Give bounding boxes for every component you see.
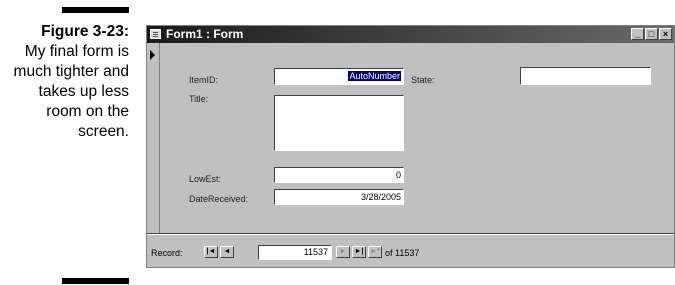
date-received-field[interactable]: 3/28/2005 [274, 189, 404, 205]
detail-section-divider [147, 233, 674, 235]
last-record-button[interactable]: ►| [352, 246, 366, 258]
previous-record-button[interactable]: ◄ [220, 246, 234, 258]
date-received-label: DateReceived: [189, 194, 249, 204]
close-button[interactable]: × [659, 28, 672, 40]
record-label: Record: [151, 248, 183, 258]
minimize-button[interactable]: _ [631, 28, 644, 40]
maximize-button[interactable]: □ [645, 28, 658, 40]
record-selector[interactable] [147, 43, 160, 233]
state-label: State: [411, 75, 435, 85]
low-est-label: LowEst: [189, 174, 222, 184]
item-id-value: AutoNumber [348, 71, 401, 81]
caption-bottom-rule [62, 278, 129, 284]
caption-top-rule [62, 7, 129, 13]
figure-caption: Figure 3-23: My final form is much tight… [0, 22, 129, 142]
title-bar[interactable]: Form1 : Form _ □ × [147, 26, 674, 43]
form-window: Form1 : Form _ □ × ItemID: AutoNumber St… [146, 25, 675, 268]
item-id-label: ItemID: [189, 75, 219, 85]
figure-label: Figure 3-23: [41, 23, 129, 40]
record-navigation: Record: |◄ ◄ 11537 ► ►| ►* of 11537 [151, 245, 551, 261]
window-controls: _ □ × [631, 28, 672, 40]
current-record-arrow-icon [150, 50, 155, 60]
form-icon[interactable] [150, 29, 161, 39]
first-record-button[interactable]: |◄ [204, 246, 218, 258]
window-title: Form1 : Form [166, 27, 244, 41]
state-field[interactable] [520, 67, 651, 85]
next-record-button[interactable]: ► [336, 246, 350, 258]
new-record-button[interactable]: ►* [368, 246, 382, 258]
record-count-text: of 11537 [385, 248, 420, 258]
item-id-field[interactable]: AutoNumber [274, 68, 404, 85]
title-label: Title: [189, 94, 209, 104]
low-est-field[interactable]: 0 [274, 167, 404, 183]
figure-caption-text: My final form is much tighter and takes … [13, 43, 129, 140]
current-record-input[interactable]: 11537 [258, 245, 332, 260]
title-field[interactable] [274, 95, 404, 151]
